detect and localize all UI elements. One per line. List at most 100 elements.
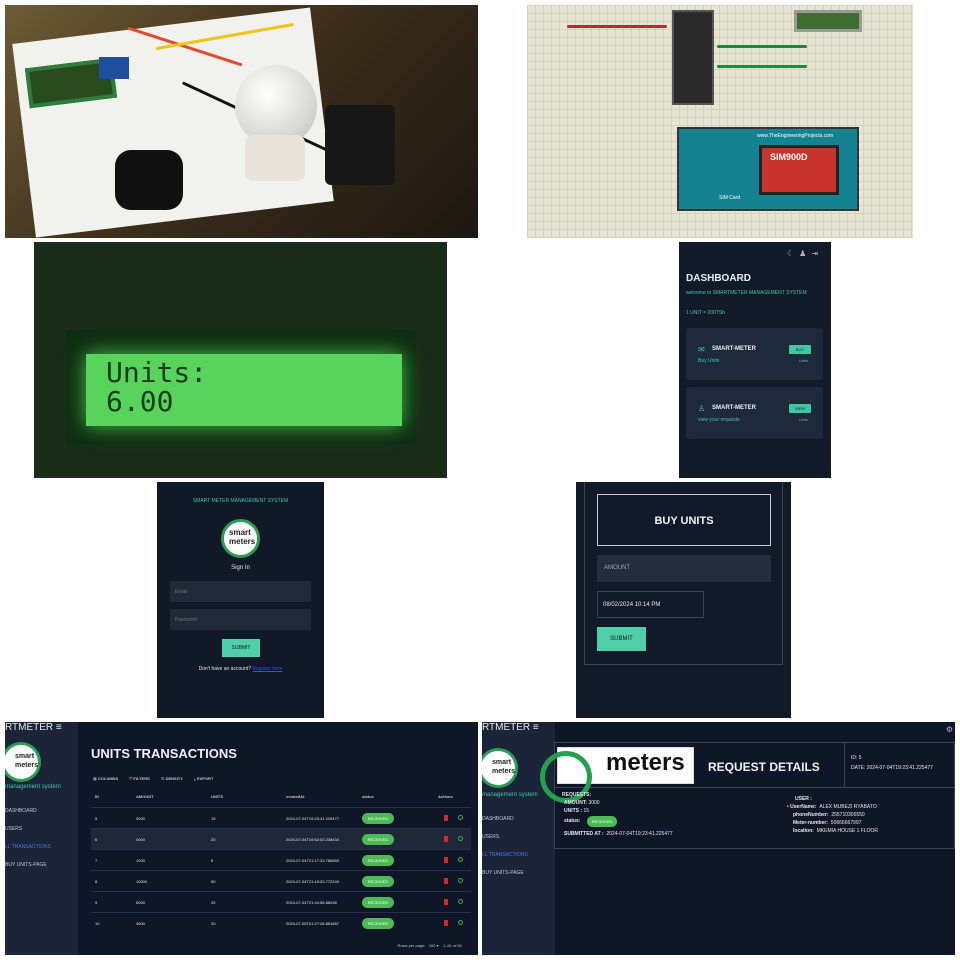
table-row[interactable]: 8 10000 50 2024-07-04T21:19:20.772249 RECEIV… (91, 870, 471, 891)
esp32-module (672, 10, 714, 105)
sidebar-subtitle: management system (482, 792, 538, 798)
sidebar-item-users[interactable]: USERS (482, 834, 499, 840)
units-transactions-page: RTMETER ≡ smart meters management system… (5, 722, 478, 955)
register-link[interactable]: Register here (252, 666, 282, 672)
sim900d-chip: SIM900D (759, 145, 839, 195)
view-icon[interactable] (458, 815, 463, 820)
sidebar: RTMETER ≡ smart meters management system… (5, 722, 78, 955)
column-header[interactable]: Actions (438, 794, 453, 799)
sidebar-item-buy-units[interactable]: BUY UNITS-PAGE (482, 870, 524, 876)
column-header[interactable]: status (362, 794, 374, 799)
email-field[interactable] (170, 581, 311, 602)
buy-button[interactable]: BUY (789, 345, 811, 354)
cell-id: 9 (95, 900, 98, 905)
grid-toolbar: ▦ COLUMNS ⛉ FILTERS ☰ DENSITY ⤓ EXPORT (93, 776, 223, 781)
buy-units-card: ✉ SMART-METER Buy Units BUY Units (686, 328, 823, 380)
status-badge: RECEIVED (362, 813, 394, 824)
logo-text: meters (229, 537, 256, 546)
sign-in-heading: Sign In (231, 565, 250, 571)
table-row[interactable]: 7 1000 5 2024-07-04T21:17:33.786682 RECEIVED (91, 849, 471, 870)
columns-button[interactable]: ▦ COLUMNS (93, 776, 118, 781)
view-icon[interactable] (458, 857, 463, 862)
meters-logo-banner: meters (540, 747, 694, 803)
sidebar-item-users[interactable]: USERS (5, 826, 22, 832)
cell-amount: 1000 (136, 858, 145, 863)
logo-text: meters (606, 749, 685, 776)
table-row[interactable]: 5 3000 15 2024-07-04T19:23:41.225477 RECEIVE… (91, 807, 471, 828)
view-icon[interactable] (458, 836, 463, 841)
mains-plug (115, 150, 183, 210)
location-line: location: MKEMIA HOUSE 1 FLOOR (793, 828, 879, 834)
view-icon[interactable] (458, 878, 463, 883)
submit-button[interactable]: SUBMIT (222, 639, 260, 657)
table-row[interactable]: 10 4000 20 2024-07-05T01:27:28.851687 RECEIV… (91, 912, 471, 933)
delete-icon[interactable] (444, 836, 448, 842)
density-button[interactable]: ☰ DENSITY (161, 776, 183, 781)
rows-per-page-select[interactable]: 100 (429, 943, 436, 948)
welcome-text: welcome to SMARTMETER MANAGEMENT SYSTEM (686, 290, 807, 296)
amount-field[interactable]: AMOUNT (597, 555, 771, 582)
schematic-lcd (794, 10, 862, 32)
gsm-module: www.TheEngineeringProjects.com SIM900D S… (677, 127, 859, 211)
table-row[interactable]: 6 4000 20 2024-07-04T19:52:02.238434 RECEIVE… (91, 828, 471, 849)
submit-button[interactable]: SUBMIT (597, 627, 646, 651)
requests-label: REQUESTS: (562, 792, 592, 798)
column-header[interactable]: AMOUNT (136, 794, 154, 799)
system-title: SMART METER MANAGEMENT SYSTEM (192, 498, 289, 504)
cell-units: 50 (211, 879, 216, 884)
logout-icon[interactable]: ⇥ (811, 249, 823, 258)
register-prompt: Don't have an account? Register here (157, 666, 324, 672)
column-header[interactable]: ID (95, 794, 99, 799)
user-icon[interactable]: ♟ (799, 249, 811, 258)
theme-toggle-icon[interactable]: ☾ (787, 249, 799, 258)
units-line: UNITS : 15 (564, 808, 590, 814)
page-title: UNITS TRANSACTIONS (91, 746, 237, 761)
wire (567, 25, 667, 28)
sidebar-item-dashboard[interactable]: DASHBOARD (5, 808, 37, 814)
sidebar-item-transactions[interactable]: LL TRANSACTIONS (482, 852, 528, 858)
lcd-units-text: Units: 6.00 (106, 356, 208, 418)
brand-title[interactable]: RTMETER ≡ (5, 722, 62, 733)
view-icon[interactable] (458, 920, 463, 925)
view-button[interactable]: VIEW (789, 404, 811, 413)
smart-meters-logo: smart meters (482, 748, 518, 788)
view-requests-card: ♙ SMART-METER view your requests VIEW Un… (686, 387, 823, 439)
mobile-dashboard: ☾♟⇥ DASHBOARD welcome to SMARTMETER MANA… (679, 242, 831, 478)
brand-title[interactable]: RTMETER ≡ (482, 722, 539, 733)
column-header[interactable]: createdAt (286, 794, 304, 799)
user-icon: ♙ (698, 404, 706, 413)
delete-icon[interactable] (444, 899, 448, 905)
delete-icon[interactable] (444, 857, 448, 863)
cell-units: 25 (211, 900, 216, 905)
sidebar-item-buy-units[interactable]: BUY UNITS-PAGE (5, 862, 47, 868)
rows-per-page-label: Rows per page: (397, 943, 426, 948)
delete-icon[interactable] (444, 815, 448, 821)
cell-id: 8 (95, 879, 98, 884)
delete-icon[interactable] (444, 878, 448, 884)
card-title: SMART-METER (712, 405, 756, 411)
smart-meters-logo: smart meters (221, 519, 260, 558)
no-account-text: Don't have an account? (198, 666, 251, 672)
sidebar-item-transactions[interactable]: LL TRANSACTIONS (5, 844, 51, 850)
dashboard-title: DASHBOARD (686, 273, 751, 284)
sidebar-item-dashboard[interactable]: DASHBOARD (482, 816, 514, 822)
buy-units-page: BUY UNITS AMOUNT 08/02/2024 10:14 PM SUB… (576, 482, 791, 718)
logo-text: smart (492, 759, 512, 766)
view-icon[interactable] (458, 899, 463, 904)
status-badge: RECEIVED (587, 816, 617, 827)
password-field[interactable] (170, 609, 311, 630)
datetime-field[interactable]: 08/02/2024 10:14 PM (597, 591, 704, 618)
bulb-holder (245, 135, 305, 181)
logo-text: smart (229, 528, 251, 537)
card-subtitle: Buy Units (698, 358, 720, 364)
settings-icon[interactable]: ⚙ (946, 725, 953, 734)
status-badge: RECEIVED (362, 834, 394, 845)
cell-units: 20 (211, 921, 216, 926)
sim900d-label: SIM900D (770, 152, 808, 162)
table-row[interactable]: 9 5000 25 2024-07-04T21:44:58.88038 RECEIVED (91, 891, 471, 912)
column-header[interactable]: UNITS (211, 794, 223, 799)
filters-button[interactable]: ⛉ FILTERS (129, 776, 150, 781)
sim-card-label: SIM Card (719, 195, 741, 201)
export-button[interactable]: ⤓ EXPORT (194, 776, 213, 781)
delete-icon[interactable] (444, 920, 448, 926)
